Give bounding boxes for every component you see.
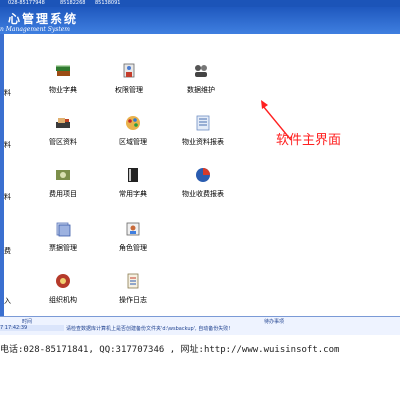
status-time: 7 17:42:39 <box>0 325 64 331</box>
main-panel: 料 料 料 费 入 物业字典 权限管理 数据维护 管区资料 区域管理 物业资料报… <box>4 34 400 316</box>
dark-book-icon <box>128 168 138 182</box>
tile-fee-items[interactable]: 费用项目 <box>38 166 88 199</box>
left-stub-5[interactable]: 入 <box>4 296 11 306</box>
organization-icon <box>56 274 70 288</box>
tile-fee-report[interactable]: 物业收费报表 <box>176 166 230 199</box>
report-list-icon <box>196 115 210 131</box>
tile-property-dictionary[interactable]: 物业字典 <box>38 62 88 95</box>
status-col-time: 时间 <box>22 319 33 325</box>
contact-line: 电话:028-85171841, QQ:317707346 , 网址:http:… <box>0 345 340 355</box>
status-message[interactable]: 请检查数据库计算机上是否创建备份文件夹'd:\wsbackup', 自动备份失败… <box>66 325 230 332</box>
money-icon <box>56 170 70 180</box>
tile-data-maintenance[interactable]: 数据维护 <box>176 62 226 95</box>
role-card-icon <box>126 222 140 236</box>
users-gear-icon <box>195 65 207 77</box>
documents-icon <box>56 222 71 237</box>
status-bar: 时间 待办事项 7 17:42:39 请检查数据库计算机上是否创建备份文件夹'd… <box>0 316 400 335</box>
left-stub-2[interactable]: 料 <box>4 140 11 150</box>
tile-district-info[interactable]: 管区资料 <box>38 114 88 147</box>
tile-operation-log[interactable]: 操作日志 <box>108 272 158 305</box>
left-stub-4[interactable]: 费 <box>4 246 11 256</box>
palette-icon <box>126 116 140 130</box>
callout-label: 软件主界面 <box>276 133 342 148</box>
app-header: 心管理系统 n Management System <box>0 7 400 34</box>
status-col-task: 待办事项 <box>264 319 285 325</box>
tile-area-management[interactable]: 区域管理 <box>108 114 158 147</box>
tile-permission-management[interactable]: 权限管理 <box>104 62 154 95</box>
log-book-icon <box>127 273 139 289</box>
phone-2: 85182268 <box>60 0 86 6</box>
phone-3: 85138091 <box>95 0 121 6</box>
keyboard-hand-icon <box>56 118 70 128</box>
tile-property-report[interactable]: 物业资料报表 <box>176 114 230 147</box>
left-stub-3[interactable]: 料 <box>4 192 11 202</box>
left-stub-1[interactable]: 料 <box>4 88 11 98</box>
phone-1: 028-85177948 <box>8 0 45 6</box>
title-bar: 028-85177948 85182268 85138091 <box>0 0 400 7</box>
tile-invoice-management[interactable]: 票据管理 <box>38 220 88 253</box>
tile-role-management[interactable]: 角色管理 <box>108 220 158 253</box>
pie-chart-icon <box>196 168 210 182</box>
document-hand-icon <box>123 63 135 78</box>
app-subtitle: n Management System <box>0 26 70 33</box>
tile-common-dictionary[interactable]: 常用字典 <box>108 166 158 199</box>
tile-organization[interactable]: 组织机构 <box>38 272 88 305</box>
app-title: 心管理系统 <box>8 12 79 26</box>
book-stack-icon <box>56 65 70 76</box>
